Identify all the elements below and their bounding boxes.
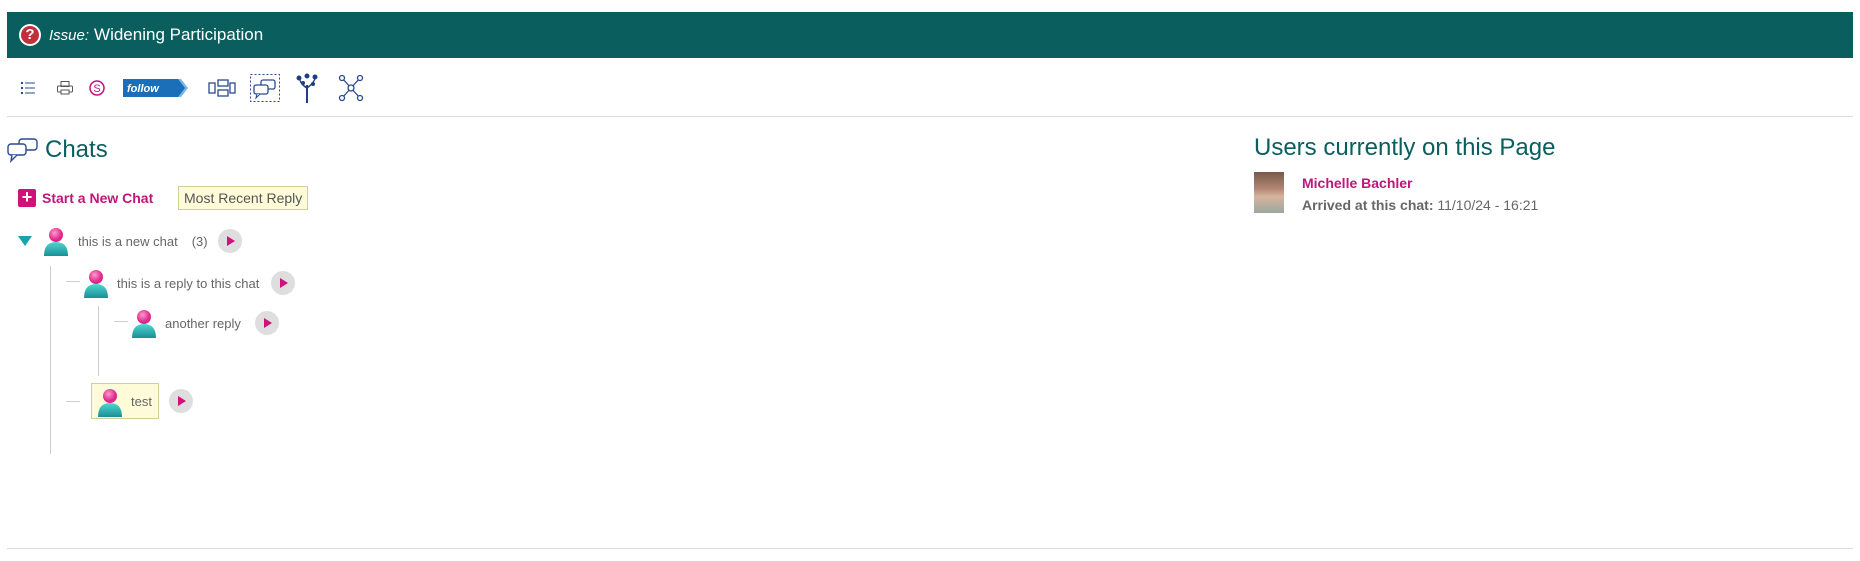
chat-thread-item: this is a new chat (3): [18, 226, 242, 256]
collapse-toggle-icon[interactable]: [18, 236, 32, 246]
print-icon[interactable]: [55, 81, 75, 95]
play-icon: [226, 236, 235, 246]
play-icon: [280, 278, 289, 288]
network-icon[interactable]: [338, 74, 364, 102]
arrival-info: Arrived at this chat: 11/10/24 - 16:21: [1302, 197, 1538, 213]
follow-label: follow: [127, 83, 160, 95]
user-name-link[interactable]: Michelle Bachler: [1302, 175, 1538, 191]
tree-line: [98, 306, 99, 376]
list-icon[interactable]: [18, 82, 38, 94]
user-avatar-icon: [44, 228, 68, 256]
users-heading: Users currently on this Page: [1254, 134, 1556, 161]
chat-thread-item: this is a reply to this chat: [82, 268, 296, 298]
skype-icon[interactable]: S: [87, 80, 107, 96]
issue-header: ? Issue: Widening Participation: [7, 12, 1853, 58]
highlighted-thread[interactable]: test: [91, 383, 159, 419]
play-button[interactable]: [168, 389, 193, 413]
arrival-time: 11/10/24 - 16:21: [1437, 197, 1539, 213]
plus-icon: +: [18, 188, 36, 207]
thread-text[interactable]: this is a new chat: [78, 234, 178, 249]
chats-icon: [7, 138, 38, 163]
bottom-divider: [7, 548, 1853, 549]
user-avatar-icon: [98, 388, 122, 417]
tree-line: [66, 401, 80, 402]
question-icon: ?: [19, 24, 41, 46]
play-button[interactable]: [271, 271, 296, 295]
user-avatar-icon: [84, 270, 108, 298]
chats-title: Chats: [45, 136, 108, 163]
chat-thread-item: test: [91, 383, 193, 419]
chat-view-icon[interactable]: [250, 74, 280, 102]
issue-prefix: Issue:: [49, 26, 90, 44]
user-entry: Michelle Bachler Arrived at this chat: 1…: [1254, 172, 1538, 213]
chat-thread-item: another reply: [130, 308, 279, 338]
layout-view-icon[interactable]: [208, 78, 236, 98]
issue-title: Widening Participation: [94, 25, 264, 44]
play-icon: [177, 396, 186, 406]
tree-line: [50, 266, 51, 454]
thread-text[interactable]: this is a reply to this chat: [117, 276, 259, 291]
most-recent-reply-button[interactable]: Most Recent Reply: [178, 186, 309, 210]
chats-heading: Chats: [7, 136, 108, 164]
thread-text[interactable]: another reply: [165, 316, 241, 331]
play-button[interactable]: [254, 311, 279, 335]
thread-text: test: [131, 394, 152, 409]
play-button[interactable]: [217, 229, 242, 253]
toolbar-divider: [7, 116, 1853, 117]
play-icon: [263, 318, 272, 328]
arrival-label: Arrived at this chat:: [1302, 197, 1434, 213]
start-new-chat-button[interactable]: + Start a New Chat: [18, 188, 154, 207]
svg-text:S: S: [93, 83, 100, 95]
reply-count: (3): [191, 233, 208, 249]
follow-badge-icon[interactable]: follow: [123, 79, 188, 97]
user-avatar-icon: [132, 310, 156, 338]
user-photo: [1254, 172, 1284, 213]
tree-line: [66, 281, 80, 282]
tree-icon[interactable]: [294, 73, 320, 103]
tree-line: [114, 321, 128, 322]
toolbar: S follow: [18, 73, 364, 103]
start-new-chat-label: Start a New Chat: [42, 190, 154, 206]
